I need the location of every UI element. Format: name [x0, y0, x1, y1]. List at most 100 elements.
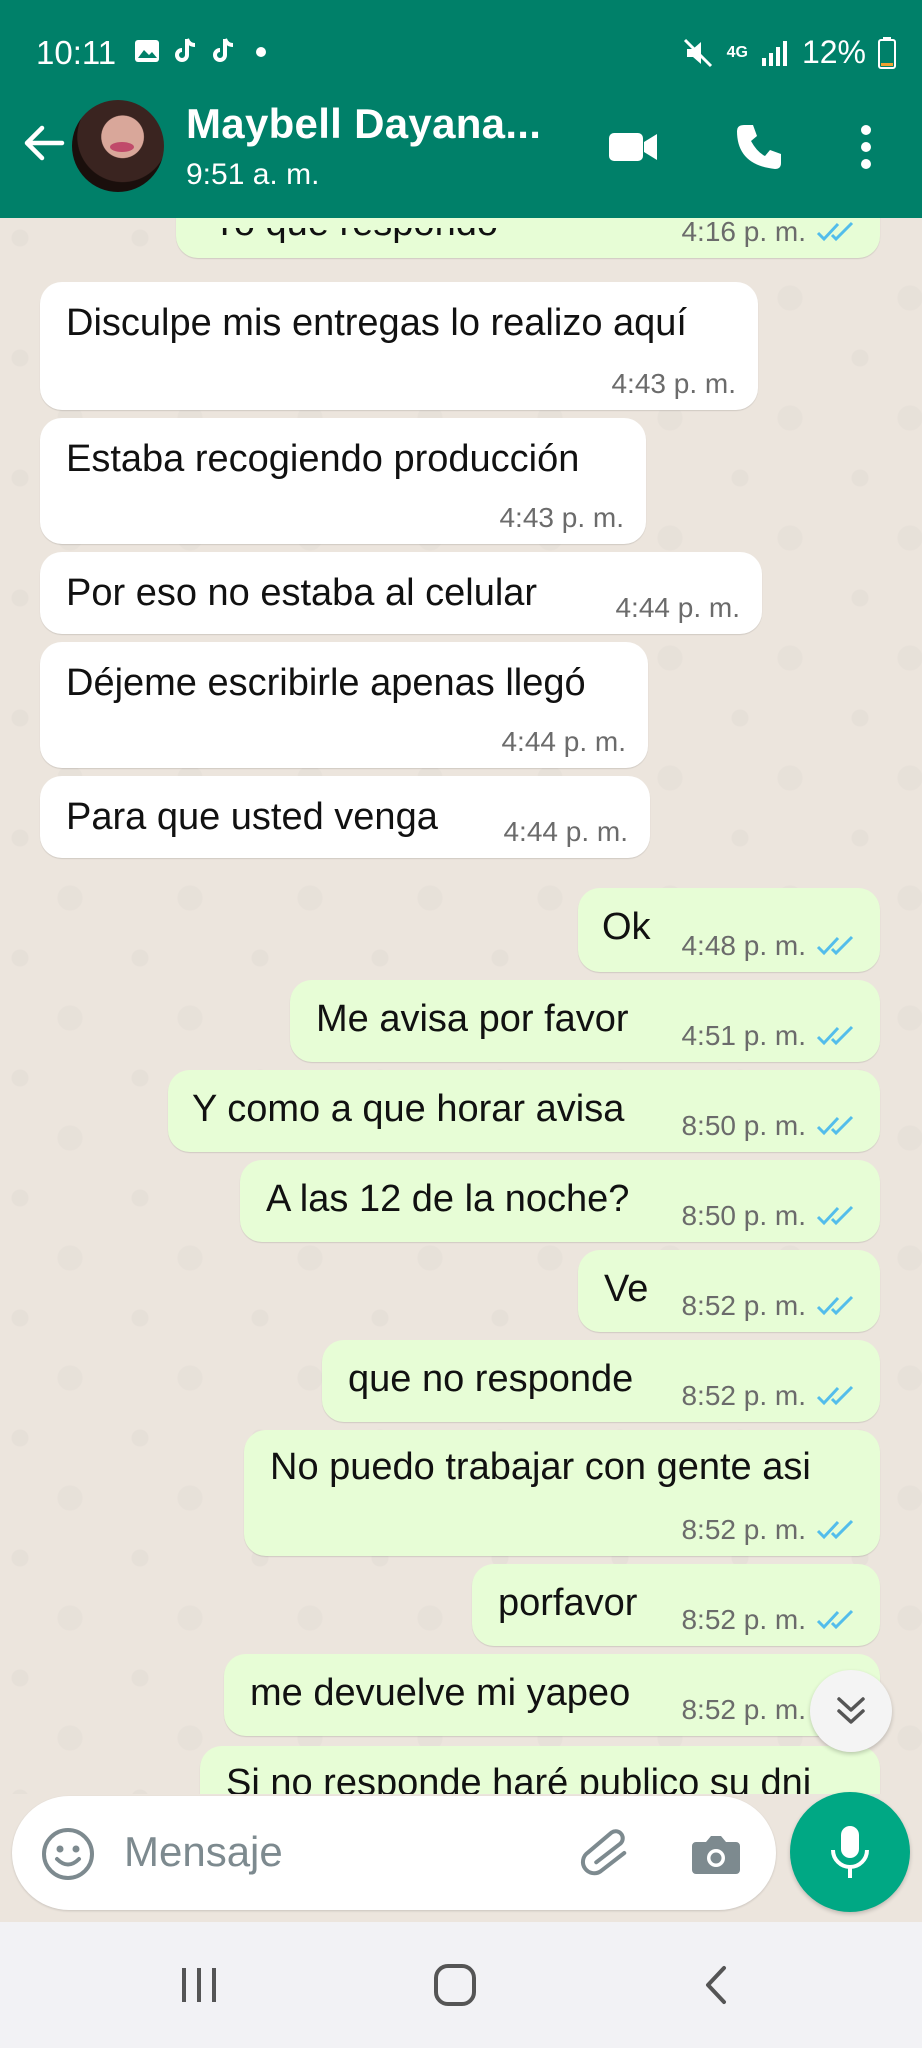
message-outgoing[interactable]: porfavor 8:52 p. m. — [472, 1564, 880, 1646]
message-time: 8:50 p. m. — [681, 1200, 806, 1231]
double-chevron-down-icon — [837, 1697, 865, 1724]
chat-messages[interactable]: Yo que respondo 4:16 p. m. Disculpe mis … — [0, 218, 922, 1794]
message-outgoing[interactable]: No puedo trabajar con gente asi 8:52 p. … — [244, 1430, 880, 1556]
message-incoming[interactable]: Déjeme escribirle apenas llegó 4:44 p. m… — [40, 642, 648, 768]
message-outgoing[interactable]: Y como a que horar avisa 8:50 p. m. — [168, 1070, 880, 1152]
message-outgoing[interactable]: me devuelve mi yapeo 8:52 p. m. — [224, 1654, 880, 1736]
message-meta: 4:16 p. m. — [681, 218, 858, 248]
battery-icon — [878, 36, 896, 69]
message-text: Disculpe mis entregas lo realizo aquí — [66, 302, 687, 344]
message-outgoing[interactable]: Ve 8:52 p. m. — [578, 1250, 880, 1332]
message-text: me devuelve mi yapeo — [250, 1672, 631, 1714]
read-ticks-icon — [816, 1025, 854, 1046]
message-text: Ok — [602, 906, 651, 948]
status-bar: 10:11 4G 12% — [0, 0, 922, 106]
message-time: 8:52 p. m. — [681, 1380, 806, 1411]
message-meta: 8:50 p. m. — [681, 1110, 858, 1142]
message-time: 4:43 p. m. — [499, 502, 624, 533]
read-ticks-icon — [816, 1519, 854, 1540]
voice-message-button[interactable] — [790, 1792, 910, 1912]
video-call-icon[interactable] — [606, 120, 660, 174]
read-ticks-icon — [816, 935, 854, 956]
notification-icons — [132, 36, 276, 66]
message-time: 4:44 p. m. — [615, 592, 740, 623]
message-meta: 8:52 p. m. — [681, 1290, 858, 1322]
message-outgoing[interactable]: que no responde 8:52 p. m. — [322, 1340, 880, 1422]
message-text: Estaba recogiendo producción — [66, 438, 580, 480]
contact-last-seen: 9:51 a. m. — [186, 158, 320, 191]
message-outgoing[interactable]: Yo que respondo 4:16 p. m. — [176, 218, 880, 258]
message-incoming[interactable]: Estaba recogiendo producción 4:43 p. m. — [40, 418, 646, 544]
message-outgoing[interactable]: Me avisa por favor 4:51 p. m. — [290, 980, 880, 1062]
message-text: Por eso no estaba al celular — [66, 572, 538, 614]
back-nav-icon[interactable] — [694, 1962, 740, 2008]
status-right: 4G 12% — [681, 34, 896, 71]
message-text: Me avisa por favor — [316, 998, 629, 1040]
message-outgoing[interactable]: Si no responde haré publico su dni — [200, 1746, 880, 1794]
phone-icon[interactable] — [732, 120, 786, 174]
message-time: 8:50 p. m. — [681, 1110, 806, 1141]
message-meta: 4:48 p. m. — [681, 930, 858, 962]
message-outgoing[interactable]: A las 12 de la noche? 8:50 p. m. — [240, 1160, 880, 1242]
emoji-icon[interactable] — [40, 1826, 96, 1882]
message-meta: 8:52 p. m. — [681, 1514, 858, 1546]
message-text: Yo que respondo — [212, 218, 498, 244]
message-meta: 4:43 p. m. — [499, 502, 624, 534]
message-time: 8:52 p. m. — [681, 1290, 806, 1321]
message-incoming[interactable]: Para que usted venga 4:44 p. m. — [40, 776, 650, 858]
avatar[interactable] — [72, 100, 164, 192]
message-time: 4:51 p. m. — [681, 1020, 806, 1051]
message-time: 4:44 p. m. — [503, 816, 628, 847]
read-ticks-icon — [816, 1385, 854, 1406]
message-text: Y como a que horar avisa — [192, 1088, 625, 1130]
message-incoming[interactable]: Por eso no estaba al celular 4:44 p. m. — [40, 552, 762, 634]
app-header-bar: 10:11 4G 12% Maybell Dayana... 9:51 a. m… — [0, 0, 922, 218]
gallery-icon — [135, 40, 159, 62]
message-text: Ve — [604, 1268, 649, 1310]
recent-apps-icon[interactable] — [176, 1962, 222, 2008]
message-meta: 8:50 p. m. — [681, 1200, 858, 1232]
mute-icon — [683, 38, 712, 67]
message-meta: 4:43 p. m. — [611, 368, 736, 400]
tiktok-icon — [213, 38, 234, 62]
message-text: Para que usted venga — [66, 796, 438, 838]
read-ticks-icon — [816, 1295, 854, 1316]
back-arrow-icon[interactable] — [18, 118, 68, 168]
read-ticks-icon — [816, 221, 854, 242]
message-time: 4:48 p. m. — [681, 930, 806, 961]
more-vert-icon[interactable] — [846, 120, 886, 174]
message-meta: 4:51 p. m. — [681, 1020, 858, 1052]
scroll-to-bottom-button[interactable] — [810, 1670, 892, 1752]
message-composer[interactable]: Mensaje — [12, 1796, 776, 1910]
chat-header: Maybell Dayana... 9:51 a. m. — [0, 96, 922, 218]
message-time: 8:52 p. m. — [681, 1604, 806, 1635]
message-text: Déjeme escribirle apenas llegó — [66, 662, 586, 704]
message-outgoing[interactable]: Ok 4:48 p. m. — [578, 888, 880, 972]
message-text: que no responde — [348, 1358, 634, 1400]
message-time: 4:44 p. m. — [501, 726, 626, 757]
home-icon[interactable] — [432, 1962, 478, 2008]
network-type: 4G — [726, 43, 748, 61]
message-meta: 4:44 p. m. — [615, 592, 740, 624]
message-meta: 8:52 p. m. — [681, 1380, 858, 1412]
camera-icon[interactable] — [688, 1826, 744, 1882]
message-text: Si no responde haré publico su dni — [226, 1762, 812, 1794]
read-ticks-icon — [816, 1205, 854, 1226]
tiktok-icon — [175, 38, 196, 62]
message-time: 8:52 p. m. — [681, 1514, 806, 1545]
signal-icon — [761, 40, 787, 66]
status-time: 10:11 — [36, 34, 117, 71]
message-text: No puedo trabajar con gente asi — [270, 1446, 811, 1488]
message-meta: 4:44 p. m. — [503, 816, 628, 848]
microphone-icon — [831, 1826, 869, 1878]
contact-name[interactable]: Maybell Dayana... — [186, 100, 541, 148]
message-input[interactable]: Mensaje — [124, 1828, 283, 1876]
message-meta: 4:44 p. m. — [501, 726, 626, 758]
message-text: A las 12 de la noche? — [266, 1178, 630, 1220]
attach-icon[interactable] — [578, 1824, 636, 1882]
message-time: 8:52 p. m. — [681, 1694, 806, 1725]
message-meta: 8:52 p. m. — [681, 1604, 858, 1636]
message-time: 4:43 p. m. — [611, 368, 736, 399]
message-incoming[interactable]: Disculpe mis entregas lo realizo aquí 4:… — [40, 282, 758, 410]
read-ticks-icon — [816, 1609, 854, 1630]
